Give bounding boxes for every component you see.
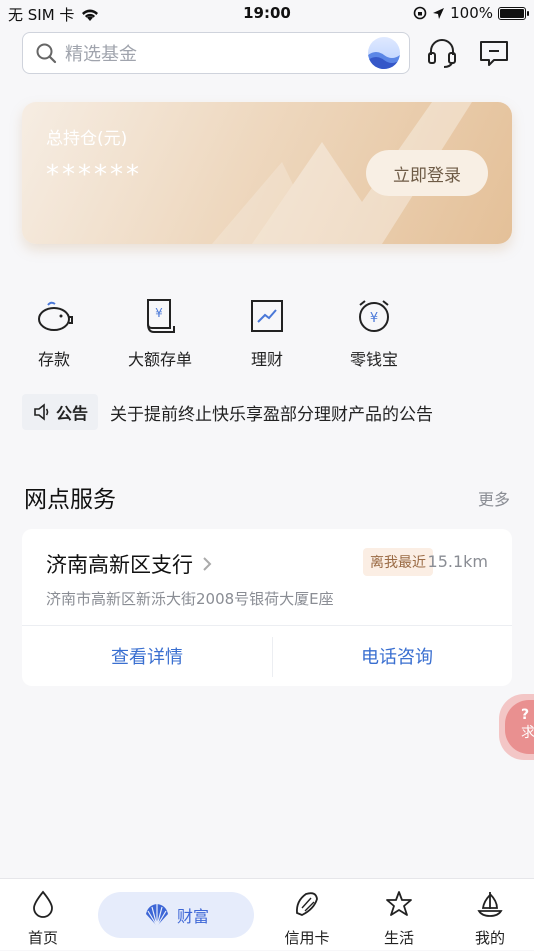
quick-action-deposit[interactable]: 存款 (6, 296, 102, 370)
total-holdings-label: 总持仓(元) (46, 129, 128, 149)
tab-label: 首页 (27, 929, 58, 947)
nearest-badge: 离我最近 (363, 548, 433, 576)
tab-life[interactable]: 生活 (364, 879, 434, 951)
announcement-tag-label: 公告 (56, 404, 89, 423)
announcement-bar[interactable]: 公告 关于提前终止快乐享盈部分理财产品的公告 (22, 394, 512, 430)
drop-icon (33, 890, 53, 918)
message-icon[interactable] (477, 36, 511, 70)
search-bar[interactable]: 精选基金 (22, 32, 410, 74)
tab-mine[interactable]: 我的 (455, 879, 525, 951)
branch-address: 济南市高新区新泺大街2008号银荷大厦E座 (46, 590, 334, 608)
quick-action-large-deposit[interactable]: ¥ 大额存单 (112, 296, 208, 370)
more-link[interactable]: 更多 (478, 486, 510, 510)
login-button[interactable]: 立即登录 (366, 150, 488, 196)
tab-wealth[interactable]: 财富 (98, 892, 254, 938)
status-bar: 无 SIM 卡 19:00 100% (0, 0, 534, 28)
tab-bar: 首页 财富 信用卡 生活 我的 (0, 878, 534, 950)
tab-label: 信用卡 (284, 929, 330, 947)
asset-card: 总持仓(元) ****** 立即登录 (22, 102, 512, 244)
speaker-icon (34, 403, 49, 421)
search-placeholder: 精选基金 (65, 44, 137, 65)
tab-label: 我的 (474, 929, 505, 947)
location-arrow-icon (433, 7, 445, 19)
chevron-right-icon (203, 557, 212, 571)
quick-action-label: 零钱宝 (349, 350, 398, 369)
floating-help-button[interactable]: ? 求 (499, 694, 534, 760)
svg-text:¥: ¥ (370, 311, 378, 326)
view-details-button[interactable]: 查看详情 (22, 625, 272, 686)
tab-home[interactable]: 首页 (8, 879, 78, 951)
rotation-lock-icon (413, 6, 427, 20)
search-icon (36, 43, 57, 64)
svg-text:¥: ¥ (155, 306, 163, 320)
help-label: 求 (521, 725, 534, 741)
masked-amount: ****** (46, 160, 142, 190)
sailboat-icon (477, 892, 503, 917)
branch-name: 济南高新区支行 (46, 553, 193, 577)
branch-name-link[interactable]: 济南高新区支行 (46, 549, 213, 579)
branch-distance: 15.1km (427, 552, 488, 571)
shell-icon (145, 904, 168, 927)
headset-icon[interactable] (425, 36, 459, 70)
certificate-icon: ¥ (147, 299, 175, 333)
trend-chart-icon (251, 300, 283, 332)
quick-action-label: 理财 (250, 350, 283, 369)
section-title: 网点服务 (24, 487, 116, 513)
yuan-clock-icon: ¥ (359, 300, 389, 332)
phone-consult-button[interactable]: 电话咨询 (272, 625, 522, 686)
starfish-icon (386, 891, 412, 916)
quick-action-label: 大额存单 (127, 350, 192, 369)
battery-percent: 100% (450, 4, 493, 22)
help-question-icon: ? (521, 707, 530, 723)
conch-icon (296, 892, 318, 916)
branch-card: 济南高新区支行 离我最近 15.1km 济南市高新区新泺大街2008号银荷大厦E… (22, 529, 512, 686)
tab-label: 生活 (383, 929, 414, 947)
quick-action-wealth[interactable]: 理财 (219, 296, 315, 370)
assistant-logo-icon[interactable] (368, 37, 400, 69)
tab-credit-card[interactable]: 信用卡 (272, 879, 342, 951)
quick-action-change-treasure[interactable]: ¥ 零钱宝 (326, 296, 422, 370)
quick-action-label: 存款 (37, 350, 70, 369)
battery-icon (498, 6, 529, 20)
announcement-text[interactable]: 关于提前终止快乐享盈部分理财产品的公告 (110, 400, 433, 425)
announcement-tag: 公告 (22, 394, 99, 430)
piggy-bank-icon (38, 301, 73, 331)
tab-label: 财富 (176, 907, 209, 926)
